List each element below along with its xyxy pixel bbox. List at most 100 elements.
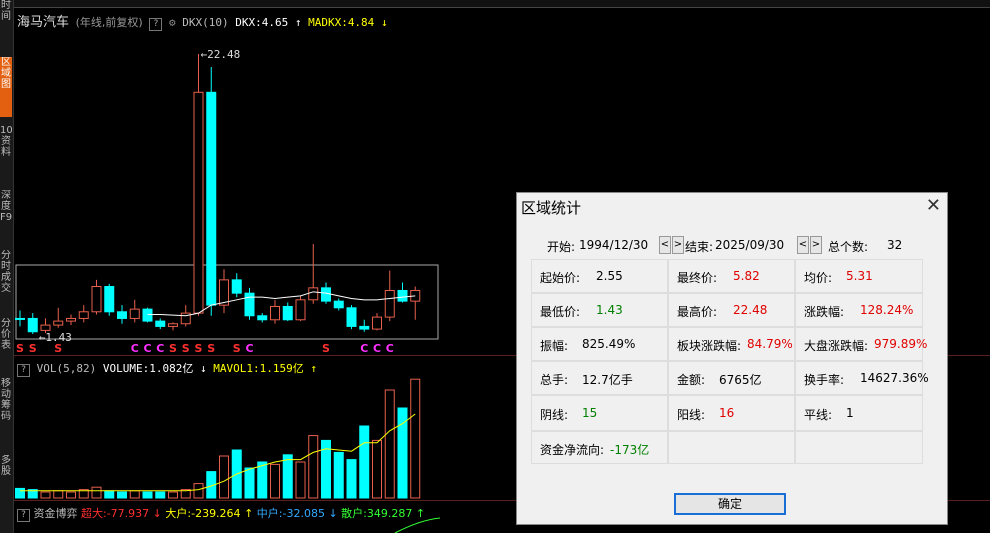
candle-body (168, 323, 178, 327)
stat-value: 2.55 (596, 269, 623, 283)
candle-body (129, 308, 140, 319)
stat-label: 最高价: (677, 305, 718, 319)
candle-body (384, 290, 395, 318)
volume-bar (168, 491, 178, 499)
left-tab[interactable]: 区域图 (0, 57, 12, 117)
end-prev-button[interactable]: < (797, 236, 809, 254)
stat-value: 84.79% (747, 337, 793, 351)
stat-label: 总手: (540, 373, 569, 387)
stat-value: 16 (719, 406, 735, 420)
end-label: 结束: (685, 240, 714, 254)
volume-bar (219, 455, 229, 499)
stat-cell: 均价: 5.31 (795, 259, 923, 293)
start-next-button[interactable]: > (672, 236, 684, 254)
stat-value: 6765亿 (719, 373, 762, 387)
candle-body (155, 320, 166, 327)
stat-cell: 大盘涨跌幅: 979.89% (795, 327, 927, 361)
candle-body (53, 320, 64, 326)
left-tab[interactable]: 10资料 (0, 125, 12, 185)
start-label: 开始: (547, 240, 576, 254)
end-date: 2025/09/30 (715, 238, 785, 252)
stat-cell: 资金净流向: -173亿 (531, 431, 668, 464)
stat-cell: 平线: 1 (795, 395, 923, 431)
stat-cell: 总手: 12.7亿手 (531, 361, 668, 395)
stat-label: 振幅: (540, 339, 569, 353)
left-tab[interactable]: 分价表 (0, 318, 12, 368)
volume-bar (333, 451, 344, 499)
stat-cell (668, 431, 795, 464)
stat-label: 均价: (804, 271, 833, 285)
stat-value: 979.89% (874, 337, 928, 351)
stat-value: 1.43 (596, 303, 623, 317)
stat-value: 12.7亿手 (582, 373, 633, 387)
candle-body (231, 279, 242, 294)
stat-value: 1 (846, 406, 854, 420)
stat-value: 14627.36% (860, 371, 929, 385)
candle-body (104, 286, 115, 313)
dkx-line (147, 291, 416, 317)
signal-marker: S (169, 342, 177, 355)
candle-body (346, 307, 357, 327)
stat-label: 平线: (804, 408, 833, 422)
stat-cell: 涨跌幅: 128.24% (795, 293, 923, 327)
left-tab[interactable]: 时间 (0, 0, 12, 40)
stats-grid: 起始价: 2.55 最终价: 5.82 均价: 5.31 最低价: 1.43 最高价: 22.48… (531, 259, 929, 464)
volume-bar (142, 491, 153, 499)
stat-cell: 换手率: 14627.36% (795, 361, 929, 395)
stat-label: 起始价: (540, 271, 581, 285)
volume-bar (295, 461, 306, 499)
signal-marker: S (54, 342, 62, 355)
start-date: 1994/12/30 (579, 238, 649, 252)
stat-value: 825.49% (582, 337, 636, 351)
volume-bar (308, 435, 319, 499)
stat-label: 最低价: (540, 305, 581, 319)
volume-bar (193, 483, 204, 499)
stat-value: 5.31 (846, 269, 873, 283)
candle-body (27, 317, 38, 333)
left-tab[interactable]: 多股 (0, 455, 12, 495)
signal-marker: S (29, 342, 37, 355)
candle-body (270, 305, 280, 321)
candle-body (206, 91, 217, 306)
candle-body (142, 308, 153, 322)
left-tab[interactable]: 分时成交 (0, 250, 12, 310)
volume-bar (359, 425, 370, 499)
stat-label: 阴线: (540, 408, 569, 422)
stat-value: 5.82 (733, 269, 760, 283)
signal-marker: C (246, 342, 254, 355)
volume-bar (117, 491, 127, 499)
candle-body (40, 324, 51, 331)
stat-value: 22.48 (733, 303, 768, 317)
candle-body (282, 305, 293, 321)
ok-button[interactable]: 确定 (674, 493, 786, 515)
signal-marker: C (373, 342, 381, 355)
retail-flow-line (394, 517, 441, 533)
count-label: 总个数: (828, 240, 869, 254)
signal-marker: S (207, 342, 215, 355)
candle-body (193, 91, 204, 314)
stat-value: 128.24% (860, 303, 914, 317)
stat-label: 涨跌幅: (804, 305, 845, 319)
signal-marker: C (131, 342, 139, 355)
stat-cell: 金额: 6765亿 (668, 361, 795, 395)
stat-label: 资金净流向: (540, 442, 605, 457)
signal-marker: S (16, 342, 24, 355)
stat-label: 板块涨跌幅: (677, 339, 742, 353)
volume-bar (282, 454, 293, 499)
region-stats-dialog: 区域统计 ✕ 开始: 1994/12/30 < > 结束: 2025/09/30… (516, 192, 948, 525)
candle-body (333, 300, 344, 309)
stat-cell: 最低价: 1.43 (531, 293, 668, 327)
close-icon[interactable]: ✕ (926, 195, 941, 216)
left-tab[interactable]: 深度F9 (0, 190, 12, 245)
volume-bar (244, 467, 255, 499)
volume-bar (410, 378, 421, 499)
left-tab[interactable]: 移动筹码 (0, 378, 12, 448)
stat-label: 最终价: (677, 271, 718, 285)
stat-cell: 板块涨跌幅: 84.79% (668, 327, 795, 361)
start-prev-button[interactable]: < (659, 236, 671, 254)
high-price-label: ←22.48 (201, 48, 241, 61)
count-value: 32 (887, 238, 903, 252)
stat-value: 15 (582, 406, 598, 420)
end-next-button[interactable]: > (810, 236, 822, 254)
candle-body (66, 317, 76, 322)
